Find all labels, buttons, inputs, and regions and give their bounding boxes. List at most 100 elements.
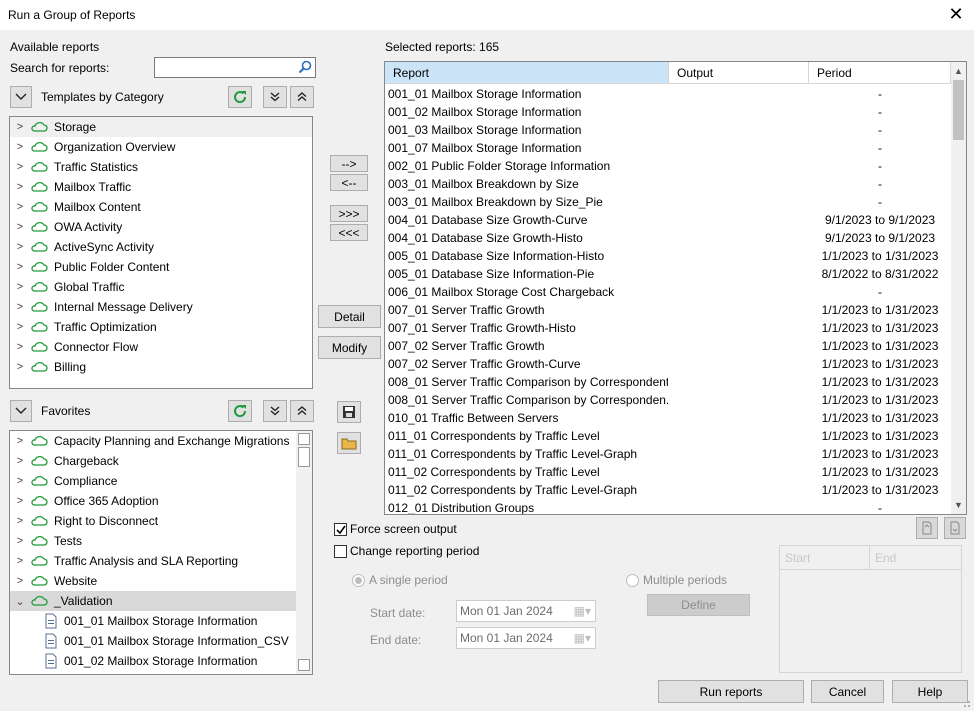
table-row[interactable]: 001_03 Mailbox Storage Information - <box>385 121 951 139</box>
tree-item-office-365-adoption[interactable]: > Office 365 Adoption <box>10 491 159 511</box>
force-screen-output-checkbox[interactable] <box>334 523 347 536</box>
reports-scrollbar[interactable]: ▲ ▼ <box>951 62 966 514</box>
chevron-right-icon[interactable]: > <box>14 201 26 213</box>
search-icon[interactable] <box>298 60 312 74</box>
change-period-checkbox[interactable] <box>334 545 347 558</box>
open-folder-icon[interactable] <box>337 432 361 454</box>
table-row[interactable]: 004_01 Database Size Growth-Curve 9/1/202… <box>385 211 951 229</box>
chevron-right-icon[interactable]: > <box>14 261 26 273</box>
chevron-right-icon[interactable]: > <box>14 241 26 253</box>
tree-item-website[interactable]: > Website <box>10 571 97 591</box>
table-row[interactable]: 011_02 Correspondents by Traffic Level-G… <box>385 481 951 499</box>
table-row[interactable]: 012_01 Distribution Groups - <box>385 499 951 514</box>
chevron-right-icon[interactable]: > <box>14 495 26 507</box>
scroll-up-icon[interactable]: ▲ <box>954 66 963 76</box>
help-button[interactable]: Help <box>892 680 968 703</box>
table-row[interactable]: 011_01 Correspondents by Traffic Level 1/… <box>385 427 951 445</box>
scroll-down-icon[interactable] <box>298 659 310 671</box>
column-header-output[interactable]: Output <box>669 62 809 84</box>
tree-item-traffic-optimization[interactable]: > Traffic Optimization <box>10 317 157 337</box>
table-row[interactable]: 007_02 Server Traffic Growth-Curve 1/1/20… <box>385 355 951 373</box>
tree-item-mailbox-traffic[interactable]: > Mailbox Traffic <box>10 177 131 197</box>
close-icon[interactable]: ✕ <box>946 4 966 24</box>
add-selected-button[interactable]: --> <box>330 155 368 172</box>
tree-item-mailbox-content[interactable]: > Mailbox Content <box>10 197 141 217</box>
favorites-scrollbar[interactable] <box>296 431 312 674</box>
tree-item-storage[interactable]: > Storage <box>10 117 312 137</box>
scroll-thumb[interactable] <box>298 447 310 467</box>
chevron-right-icon[interactable]: > <box>14 141 26 153</box>
start-date-picker[interactable]: Mon 01 Jan 2024 ▦▾ <box>456 600 596 622</box>
chevron-right-icon[interactable]: > <box>14 301 26 313</box>
refresh-favorites-icon[interactable] <box>228 400 252 422</box>
tree-item-organization-overview[interactable]: > Organization Overview <box>10 137 176 157</box>
tree-item-public-folder-content[interactable]: > Public Folder Content <box>10 257 170 277</box>
define-button[interactable]: Define <box>647 594 750 616</box>
templates-tree[interactable]: > Storage > Organization Overview > Traf… <box>9 116 313 389</box>
chevron-right-icon[interactable]: > <box>14 281 26 293</box>
table-row[interactable]: 003_01 Mailbox Breakdown by Size - <box>385 175 951 193</box>
chevron-right-icon[interactable]: > <box>14 435 26 447</box>
single-period-radio[interactable] <box>352 574 365 587</box>
add-all-button[interactable]: >>> <box>330 205 368 222</box>
collapse-favorites-icon[interactable] <box>10 400 32 422</box>
resize-grip-icon[interactable] <box>961 698 971 708</box>
table-row[interactable]: 002_01 Public Folder Storage Information… <box>385 157 951 175</box>
tree-item-connector-flow[interactable]: > Connector Flow <box>10 337 138 357</box>
table-row[interactable]: 011_02 Correspondents by Traffic Level 1/… <box>385 463 951 481</box>
table-row[interactable]: 007_01 Server Traffic Growth 1/1/2023 to … <box>385 301 951 319</box>
table-row[interactable]: 004_01 Database Size Growth-Histo 9/1/202… <box>385 229 951 247</box>
scroll-up-icon[interactable] <box>298 433 310 445</box>
chevron-right-icon[interactable]: > <box>14 321 26 333</box>
table-row[interactable]: 011_01 Correspondents by Traffic Level-G… <box>385 445 951 463</box>
table-row[interactable]: 003_01 Mailbox Breakdown by Size_Pie - <box>385 193 951 211</box>
column-header-report[interactable]: Report <box>385 62 669 84</box>
remove-all-button[interactable]: <<< <box>330 224 368 241</box>
import-icon[interactable] <box>916 517 938 539</box>
collapse-templates-icon[interactable] <box>10 86 32 108</box>
table-row[interactable]: 008_01 Server Traffic Comparison by Corr… <box>385 373 951 391</box>
expand-all-icon[interactable] <box>263 86 287 108</box>
scroll-thumb[interactable] <box>953 80 964 140</box>
tree-item-traffic-analysis-sla[interactable]: > Traffic Analysis and SLA Reporting <box>10 551 238 571</box>
remove-selected-button[interactable]: <-- <box>330 174 368 191</box>
tree-item-activesync-activity[interactable]: > ActiveSync Activity <box>10 237 154 257</box>
chevron-right-icon[interactable]: > <box>14 181 26 193</box>
selected-reports-grid[interactable]: Report Output Period 001_01 Mailbox Stor… <box>384 61 967 515</box>
chevron-right-icon[interactable]: > <box>14 555 26 567</box>
chevron-right-icon[interactable]: > <box>14 121 26 133</box>
modify-button[interactable]: Modify <box>318 336 381 359</box>
chevron-right-icon[interactable]: > <box>14 535 26 547</box>
cancel-button[interactable]: Cancel <box>811 680 884 703</box>
table-row[interactable]: 010_01 Traffic Between Servers 1/1/2023 t… <box>385 409 951 427</box>
chevron-right-icon[interactable]: > <box>14 361 26 373</box>
table-row[interactable]: 006_01 Mailbox Storage Cost Chargeback - <box>385 283 951 301</box>
table-row[interactable]: 007_01 Server Traffic Growth-Histo 1/1/20… <box>385 319 951 337</box>
export-icon[interactable] <box>944 517 966 539</box>
scroll-down-icon[interactable]: ▼ <box>954 500 963 510</box>
chevron-right-icon[interactable]: > <box>14 161 26 173</box>
tree-item-owa-activity[interactable]: > OWA Activity <box>10 217 122 237</box>
tree-item-internal-message-delivery[interactable]: > Internal Message Delivery <box>10 297 193 317</box>
tree-item-report[interactable]: 001_02 Mailbox Storage Information <box>10 651 257 671</box>
chevron-down-icon[interactable]: ⌄ <box>14 595 26 608</box>
expand-all-favorites-icon[interactable] <box>263 400 287 422</box>
tree-item-capacity-planning[interactable]: > Capacity Planning and Exchange Migrati… <box>10 431 290 451</box>
tree-item-report[interactable]: 001_01 Mailbox Storage Information_CSV <box>10 631 289 651</box>
table-row[interactable]: 001_01 Mailbox Storage Information - <box>385 85 951 103</box>
calendar-icon[interactable]: ▦▾ <box>574 631 591 645</box>
tree-item-chargeback[interactable]: > Chargeback <box>10 451 119 471</box>
save-icon[interactable] <box>337 401 361 423</box>
run-reports-button[interactable]: Run reports <box>658 680 804 703</box>
multiple-periods-radio[interactable] <box>626 574 639 587</box>
chevron-right-icon[interactable]: > <box>14 475 26 487</box>
end-date-picker[interactable]: Mon 01 Jan 2024 ▦▾ <box>456 627 596 649</box>
tree-item-report[interactable]: 001_01 Mailbox Storage Information <box>10 611 257 631</box>
table-row[interactable]: 005_01 Database Size Information-Pie 8/1/… <box>385 265 951 283</box>
collapse-all-favorites-icon[interactable] <box>290 400 314 422</box>
detail-button[interactable]: Detail <box>318 305 381 328</box>
chevron-right-icon[interactable]: > <box>14 575 26 587</box>
favorites-tree[interactable]: > Capacity Planning and Exchange Migrati… <box>9 430 313 675</box>
table-row[interactable]: 001_07 Mailbox Storage Information - <box>385 139 951 157</box>
search-input[interactable] <box>154 57 316 78</box>
